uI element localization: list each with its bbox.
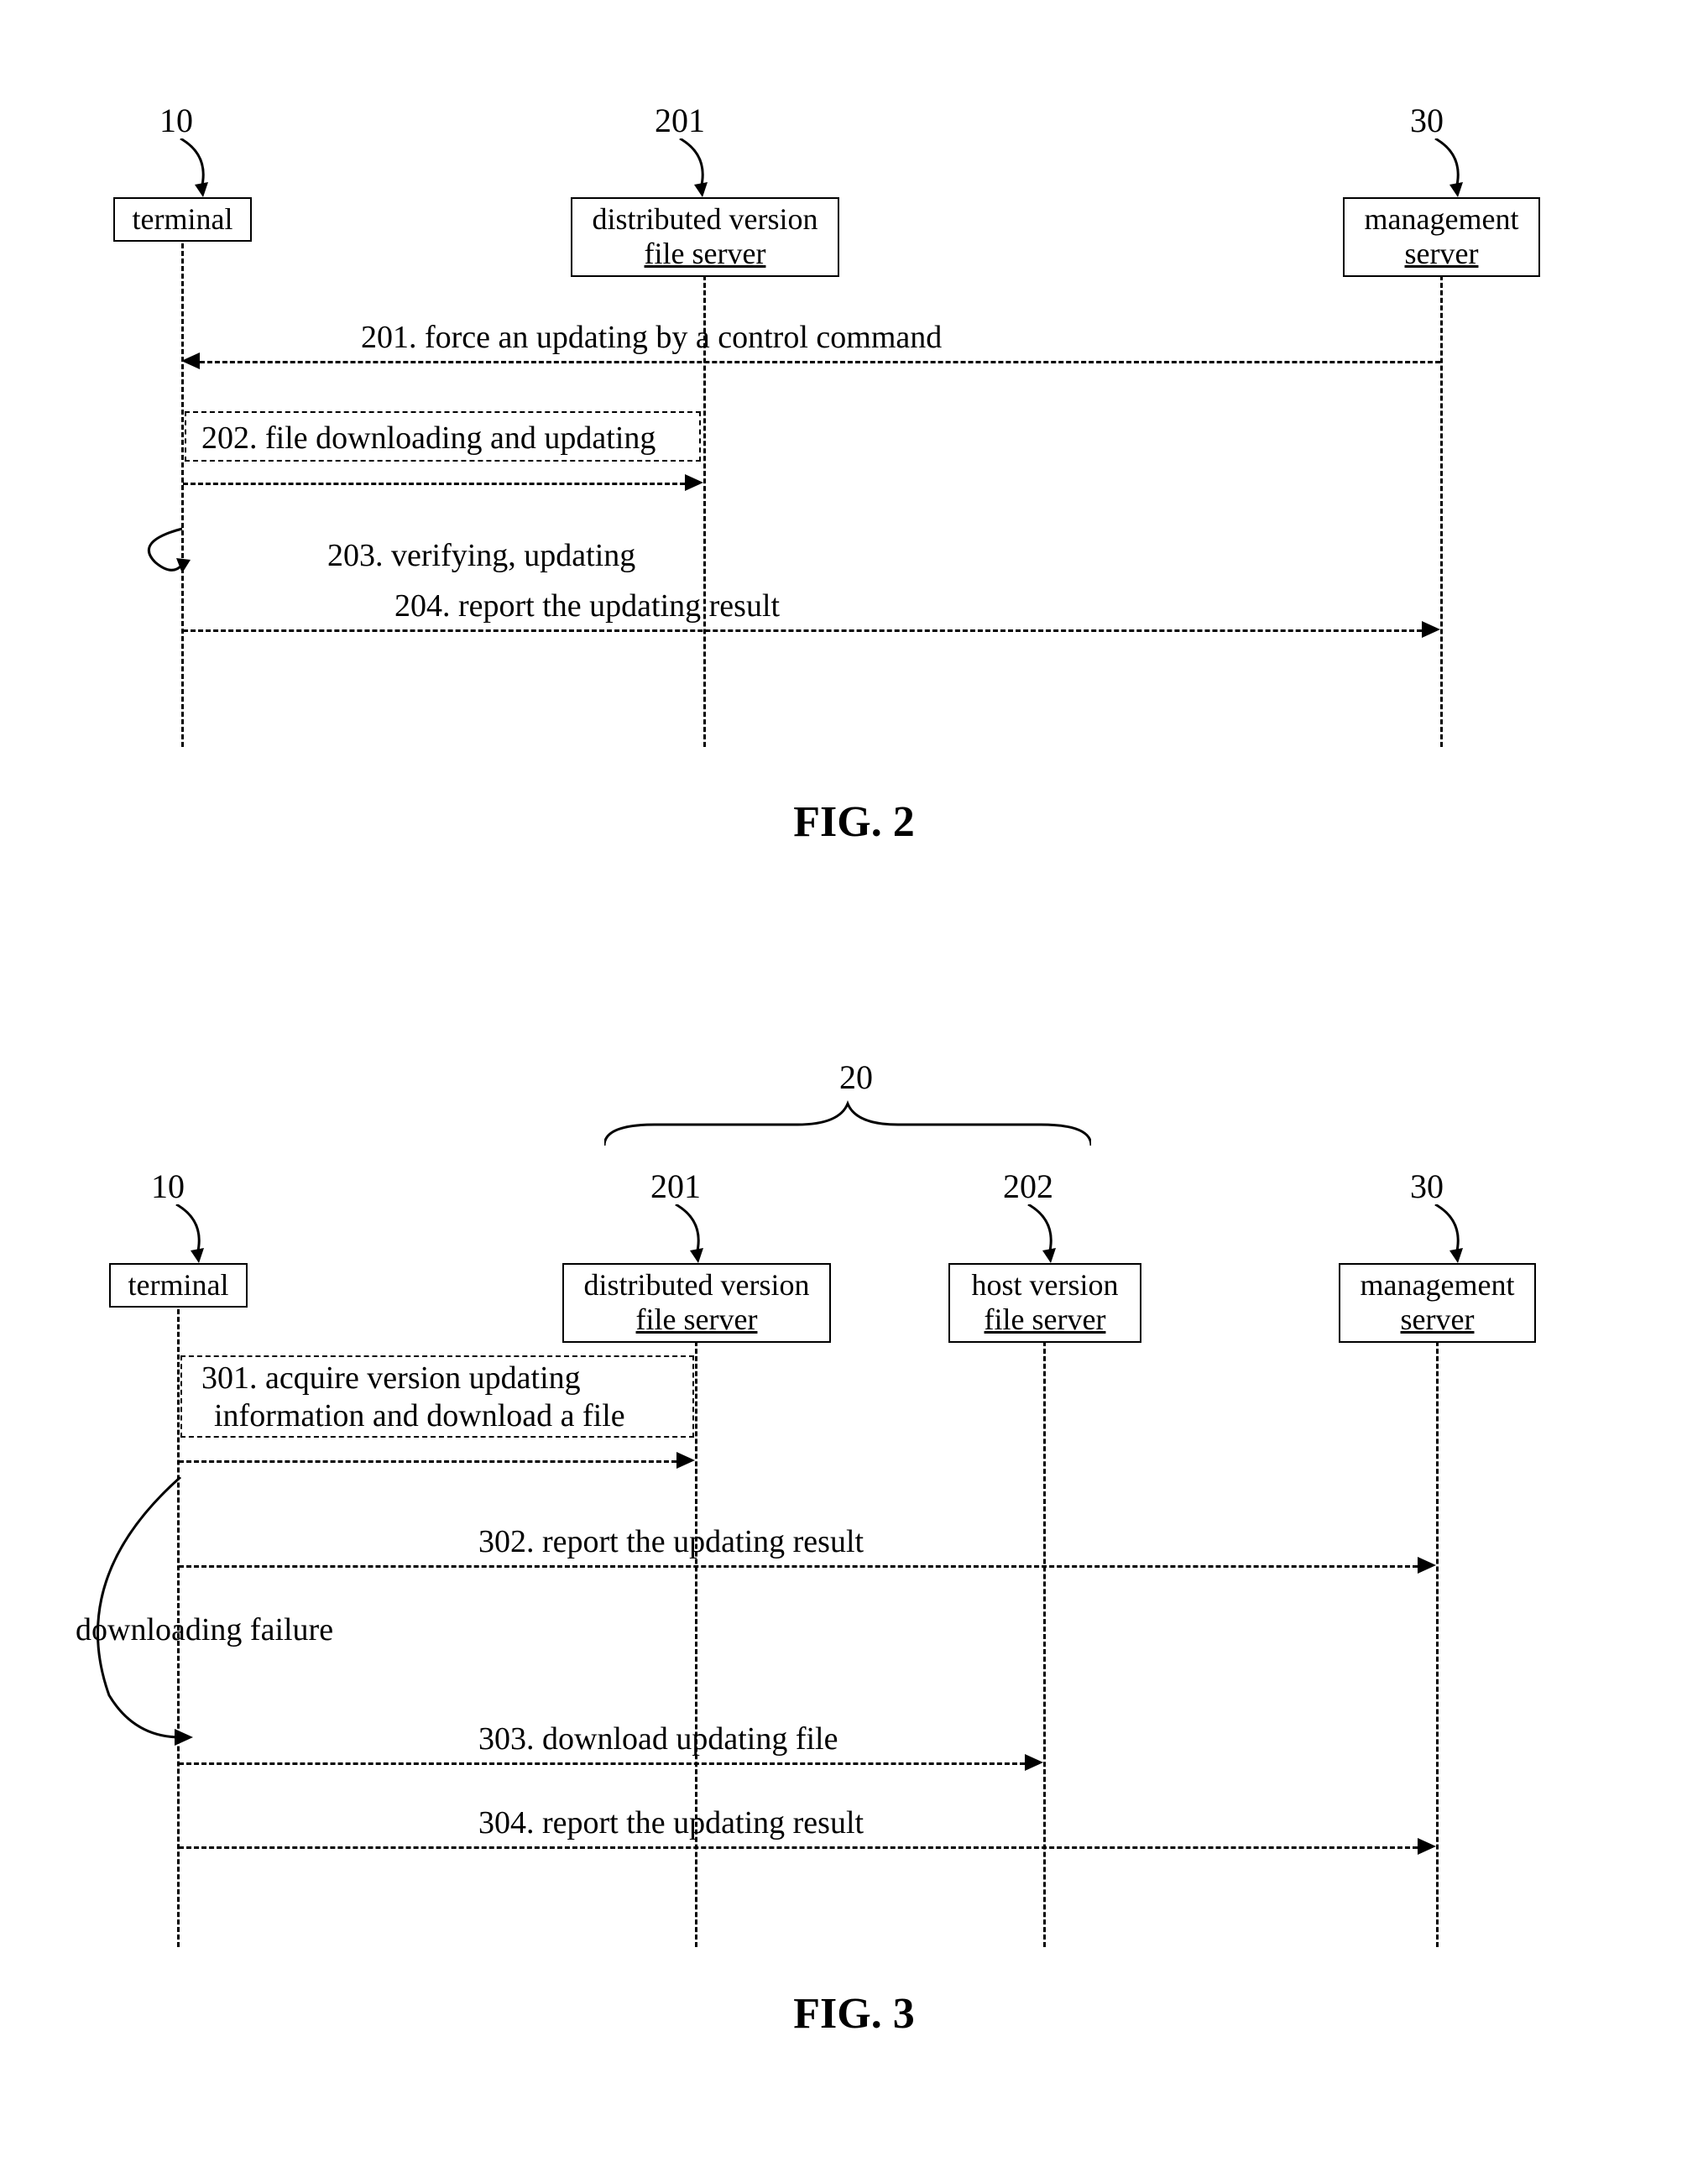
failure-label: downloading failure: [76, 1611, 333, 1648]
msg-301b-label: information and download a file: [214, 1397, 625, 1434]
hvfs-box: host version file server: [948, 1263, 1141, 1343]
msg-201-arrow: [200, 361, 1440, 363]
mgmt-lifeline: [1436, 1341, 1439, 1947]
dvfs-box: distributed version file server: [562, 1263, 831, 1343]
msg-304-label: 304. report the updating result: [478, 1804, 864, 1841]
terminal-num: 10: [151, 1167, 185, 1206]
pointer-icon: [676, 138, 726, 197]
mgmt-num: 30: [1410, 101, 1444, 140]
msg-303-label: 303. download updating file: [478, 1720, 838, 1757]
brace-icon: [604, 1099, 1091, 1150]
mgmt-label1: management: [1361, 1268, 1515, 1302]
arrow-head-icon: [1422, 621, 1440, 638]
hvfs-label1: host version: [972, 1268, 1119, 1302]
pointer-icon: [176, 138, 227, 197]
pointer-icon: [1431, 1204, 1481, 1263]
fig2-caption: FIG. 2: [0, 797, 1708, 847]
fig3-caption: FIG. 3: [0, 1989, 1708, 2039]
msg-204-label: 204. report the updating result: [394, 587, 780, 624]
terminal-label: terminal: [133, 202, 233, 236]
msg-304-arrow: [179, 1846, 1418, 1849]
dvfs-num: 201: [655, 101, 705, 140]
msg-302-arrow: [179, 1565, 1418, 1568]
hvfs-lifeline: [1043, 1341, 1046, 1947]
arrow-head-icon: [1025, 1754, 1043, 1771]
terminal-num: 10: [159, 101, 193, 140]
arrow-head-icon: [685, 474, 703, 491]
dvfs-num: 201: [650, 1167, 701, 1206]
mgmt-label2: server: [1401, 1303, 1475, 1336]
msg-301-arrow: [179, 1460, 676, 1463]
dvfs-label1: distributed version: [593, 202, 818, 236]
msg-203-label: 203. verifying, updating: [327, 537, 635, 574]
msg-303-arrow: [179, 1762, 1025, 1765]
dvfs-box: distributed version file server: [571, 197, 839, 277]
pointer-icon: [671, 1204, 722, 1263]
mgmt-num: 30: [1410, 1167, 1444, 1206]
msg-301a-label: 301. acquire version updating: [201, 1360, 581, 1397]
msg-202-label: 202. file downloading and updating: [201, 420, 656, 457]
dvfs-label1: distributed version: [584, 1268, 810, 1302]
mgmt-box: management server: [1339, 1263, 1536, 1343]
dvfs-label2: file server: [645, 237, 766, 270]
pointer-icon: [172, 1204, 222, 1263]
msg-302-label: 302. report the updating result: [478, 1523, 864, 1560]
dvfs-label2: file server: [636, 1303, 758, 1336]
brace-num: 20: [839, 1057, 873, 1097]
mgmt-label1: management: [1365, 202, 1519, 236]
mgmt-lifeline: [1440, 275, 1443, 747]
mgmt-box: management server: [1343, 197, 1540, 277]
terminal-box: terminal: [109, 1263, 248, 1308]
self-loop-icon: [130, 525, 323, 583]
msg-201-label: 201. force an updating by a control comm…: [361, 319, 942, 356]
terminal-lifeline: [181, 243, 184, 747]
pointer-icon: [1431, 138, 1481, 197]
pointer-icon: [1024, 1204, 1074, 1263]
hvfs-label2: file server: [985, 1303, 1106, 1336]
arrow-head-icon: [1418, 1838, 1436, 1855]
mgmt-label2: server: [1405, 237, 1479, 270]
msg-204-arrow: [183, 629, 1422, 632]
figure-3: 20 10 201 202 30 terminal distributed ve…: [0, 1024, 1708, 2073]
msg-202-arrow: [183, 483, 685, 485]
figure-2: 10 201 30 terminal distributed version f…: [0, 50, 1708, 906]
arrow-head-icon: [1418, 1557, 1436, 1574]
hvfs-num: 202: [1003, 1167, 1053, 1206]
arrow-head-icon: [181, 352, 200, 369]
dvfs-lifeline: [695, 1341, 697, 1947]
terminal-label: terminal: [128, 1268, 229, 1302]
arrow-head-icon: [676, 1452, 695, 1469]
terminal-box: terminal: [113, 197, 252, 242]
